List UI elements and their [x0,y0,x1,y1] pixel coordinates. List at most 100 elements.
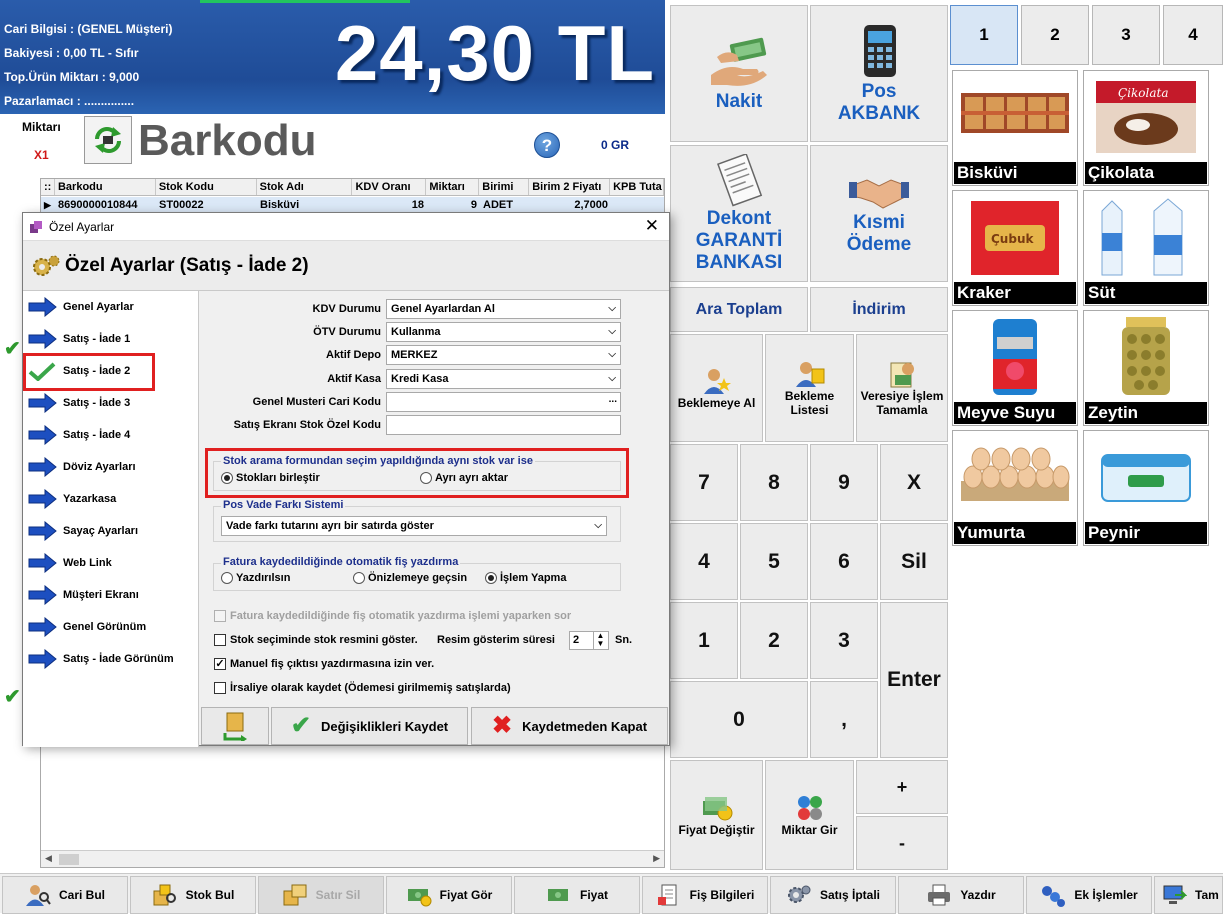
product-tile-cheese[interactable]: Peynir [1083,430,1209,546]
grid-col-handle[interactable]: :: [41,179,55,195]
manual-receipt-checkbox[interactable]: ✓ Manuel fiş çıktısı yazdırmasına izin ve… [214,658,434,670]
close-without-saving-button[interactable]: ✖ Kaydetmeden Kapat [471,707,668,745]
enter-quantity-button[interactable]: Miktar Gir [765,760,854,870]
find-customer-button[interactable]: Cari Bul [2,876,128,914]
nav-currency-settings[interactable]: Döviz Ayarları [27,453,197,481]
dialog-heading: Özel Ayarlar (Satış - İade 2) [65,255,309,276]
otv-status-select[interactable]: Kullanma ⌵ [386,322,621,342]
product-tile-olive[interactable]: Zeytin [1083,310,1209,426]
partial-payment-button[interactable]: Kısmi Ödeme [810,145,948,282]
print-button[interactable]: Yazdır [898,876,1024,914]
print-yes-radio[interactable]: Yazdırılsın [221,572,290,584]
nav-general-view[interactable]: Genel Görünüm [27,613,197,641]
key-0[interactable]: 0 [670,681,808,758]
import-settings-button[interactable] [201,707,269,745]
grid-col-qty[interactable]: Miktarı [426,179,480,195]
nav-cash-register[interactable]: Yazarkasa [27,485,197,513]
key-minus[interactable]: - [856,816,948,870]
users-icon [795,362,824,387]
receipt-payment-button[interactable]: Dekont GARANTİ BANKASI [670,145,808,282]
help-icon[interactable]: ? [534,132,560,158]
horizontal-scrollbar[interactable]: ◀ ▶ [41,850,664,867]
product-tile-juice[interactable]: Meyve Suyu [952,310,1078,426]
product-tile-milk[interactable]: Süt [1083,190,1209,306]
scroll-right-icon[interactable]: ▶ [653,853,660,864]
key-1[interactable]: 1 [670,602,738,679]
grid-col-total[interactable]: KPB Tuta [610,179,664,195]
nav-sales-return-3[interactable]: Satış - İade 3 [27,389,197,417]
browse-button[interactable]: ... [609,394,617,405]
grid-col-barcode[interactable]: Barkodu [55,179,156,195]
pos-payment-button[interactable]: Pos AKBANK [810,5,948,142]
scroll-thumb[interactable] [59,854,79,865]
grid-col-stock-code[interactable]: Stok Kodu [156,179,257,195]
extra-operations-button[interactable]: Ek İşlemler [1026,876,1152,914]
nav-web-link[interactable]: Web Link [27,549,197,577]
nav-general-settings[interactable]: Genel Ayarlar [27,293,197,321]
complete-button[interactable]: Tam [1154,876,1223,914]
key-enter[interactable]: Enter [880,602,948,758]
pos-term-select[interactable]: Vade farkı tutarını ayrı bir satırda gös… [221,516,607,536]
product-tile-biscuit[interactable]: Bisküvi [952,70,1078,186]
nav-sales-return-view[interactable]: Satış - İade Görünüm [27,645,197,673]
key-2[interactable]: 2 [740,602,808,679]
quantity-value[interactable]: X1 [34,148,49,162]
find-stock-button[interactable]: Stok Bul [130,876,256,914]
receipt-info-button[interactable]: Fiş Bilgileri [642,876,768,914]
close-icon[interactable]: ✕ [645,216,659,236]
key-5[interactable]: 5 [740,523,808,600]
save-as-waybill-checkbox[interactable]: İrsaliye olarak kaydet (Ödemesi girilmem… [214,682,511,694]
delete-row-button[interactable]: Satır Sil [258,876,384,914]
key-6[interactable]: 6 [810,523,878,600]
cancel-sale-button[interactable]: Satış İptali [770,876,896,914]
key-3[interactable]: 3 [810,602,878,679]
grid-col-price[interactable]: Birim 2 Fiyatı [529,179,611,195]
nav-customer-screen[interactable]: Müşteri Ekranı [27,581,197,609]
discount-button[interactable]: İndirim [810,287,948,332]
key-8[interactable]: 8 [740,444,808,521]
show-stock-image-checkbox[interactable]: Stok seçiminde stok resmini göster. [214,634,418,646]
save-changes-button[interactable]: ✔ Değişiklikleri Kaydet [271,707,468,745]
product-tile-chocolate[interactable]: Çikolata Çikolata [1083,70,1209,186]
key-9[interactable]: 9 [810,444,878,521]
change-price-button[interactable]: Fiyat Değiştir [670,760,763,870]
ask-auto-print-checkbox[interactable]: Fatura kaydedildiğinde fiş otomatik yazd… [214,610,571,622]
subtotal-button[interactable]: Ara Toplam [670,287,808,332]
key-7[interactable]: 7 [670,444,738,521]
key-plus[interactable]: + [856,760,948,814]
spinner-icon[interactable]: ▲ ▼ [593,632,607,649]
credit-complete-button[interactable]: Veresiye İşlem Tamamla [856,334,948,442]
stock-special-code-input[interactable] [386,415,621,435]
cash-payment-button[interactable]: Nakit [670,5,808,142]
key-delete[interactable]: Sil [880,523,948,600]
price-button[interactable]: Fiyat [514,876,640,914]
key-comma[interactable]: , [810,681,878,758]
scroll-left-icon[interactable]: ◀ [45,853,52,864]
product-tile-eggs[interactable]: Yumurta [952,430,1078,546]
nav-counter-settings[interactable]: Sayaç Ayarları [27,517,197,545]
tab-group-3[interactable]: 3 [1092,5,1160,65]
hold-sale-button[interactable]: Beklemeye Al [670,334,763,442]
active-cashbox-select[interactable]: Kredi Kasa ⌵ [386,369,621,389]
active-warehouse-select[interactable]: MERKEZ ⌵ [386,345,621,365]
tab-group-2[interactable]: 2 [1021,5,1089,65]
nav-sales-return-4[interactable]: Satış - İade 4 [27,421,197,449]
vat-status-select[interactable]: Genel Ayarlardan Al ⌵ [386,299,621,319]
grid-col-vat[interactable]: KDV Oranı [352,179,427,195]
general-customer-code-input[interactable]: ... [386,392,621,412]
hold-list-button[interactable]: Bekleme Listesi [765,334,854,442]
image-duration-stepper[interactable]: 2 ▲ ▼ [569,631,609,650]
print-preview-radio[interactable]: Önizlemeye geçsin [353,572,467,584]
view-price-button[interactable]: Fiyat Gör [386,876,512,914]
arrow-right-icon [28,425,57,445]
nav-sales-return-1[interactable]: Satış - İade 1 [27,325,197,353]
grid-col-unit[interactable]: Birimi [479,179,530,195]
product-tile-cracker[interactable]: Çubuk Kraker [952,190,1078,306]
key-4[interactable]: 4 [670,523,738,600]
grid-col-stock-name[interactable]: Stok Adı [257,179,353,195]
print-none-radio[interactable]: İşlem Yapma [485,572,566,584]
key-multiply[interactable]: X [880,444,948,521]
tab-group-1[interactable]: 1 [950,5,1018,65]
search-mode-toggle-button[interactable] [84,116,132,164]
tab-group-4[interactable]: 4 [1163,5,1223,65]
